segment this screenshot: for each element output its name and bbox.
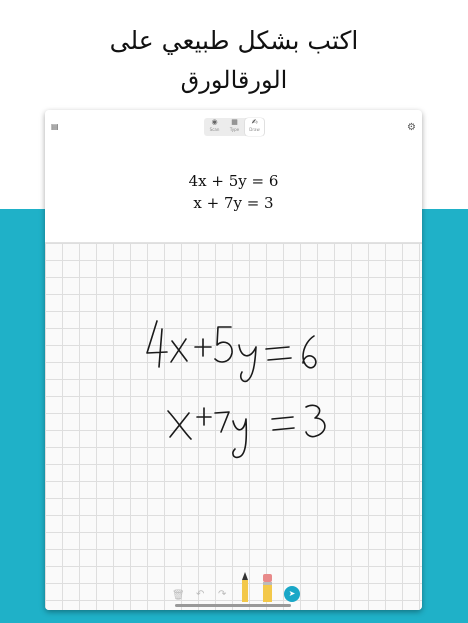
- input-mode-switch: ◉ Scan ▦ Type ✍ Draw: [204, 118, 265, 136]
- redo-icon[interactable]: ↷: [218, 589, 226, 600]
- recognized-equation-panel: 4x + 5y = 6 x + 7y = 3: [45, 144, 422, 242]
- bottom-toolbar: 🗑 ↶ ↷ ➤: [45, 572, 422, 610]
- equation-line-1: 4x + 5y = 6: [188, 172, 279, 190]
- promo-caption-line1: اكتب بشكل طبيعي على: [109, 26, 359, 55]
- mode-draw-button[interactable]: ✍ Draw: [245, 118, 264, 136]
- handwritten-line-1: [146, 320, 317, 383]
- mode-draw-label: Draw: [249, 127, 260, 132]
- keyboard-icon: ▦: [231, 118, 238, 126]
- drawing-canvas[interactable]: [45, 242, 422, 610]
- handwritten-line-2: [167, 404, 326, 459]
- history-icon[interactable]: ▤: [51, 123, 59, 131]
- send-icon: ➤: [288, 589, 296, 598]
- mode-type-label: Type: [229, 127, 240, 132]
- hand-draw-icon: ✍: [251, 118, 258, 126]
- mode-scan-label: Scan: [209, 127, 220, 132]
- equation-line-2: x + 7y = 3: [193, 194, 274, 212]
- trash-icon[interactable]: 🗑: [172, 590, 185, 601]
- eraser-icon[interactable]: [263, 574, 272, 602]
- mode-type-button[interactable]: ▦ Type: [225, 118, 244, 136]
- handwriting-strokes: [146, 320, 326, 459]
- home-indicator: [175, 604, 291, 607]
- promo-caption-line2: الورقالورق: [180, 66, 288, 94]
- mode-scan-button[interactable]: ◉ Scan: [205, 118, 224, 136]
- camera-icon: ◉: [211, 118, 218, 126]
- send-button[interactable]: ➤: [284, 586, 300, 602]
- undo-icon[interactable]: ↶: [196, 589, 204, 600]
- pencil-icon[interactable]: [242, 572, 248, 602]
- gear-icon[interactable]: ⚙: [407, 123, 416, 133]
- top-toolbar: ▤ ◉ Scan ▦ Type ✍ Draw ⚙: [45, 110, 422, 144]
- app-window: ▤ ◉ Scan ▦ Type ✍ Draw ⚙ 4x + 5y = 6 x +…: [45, 110, 422, 610]
